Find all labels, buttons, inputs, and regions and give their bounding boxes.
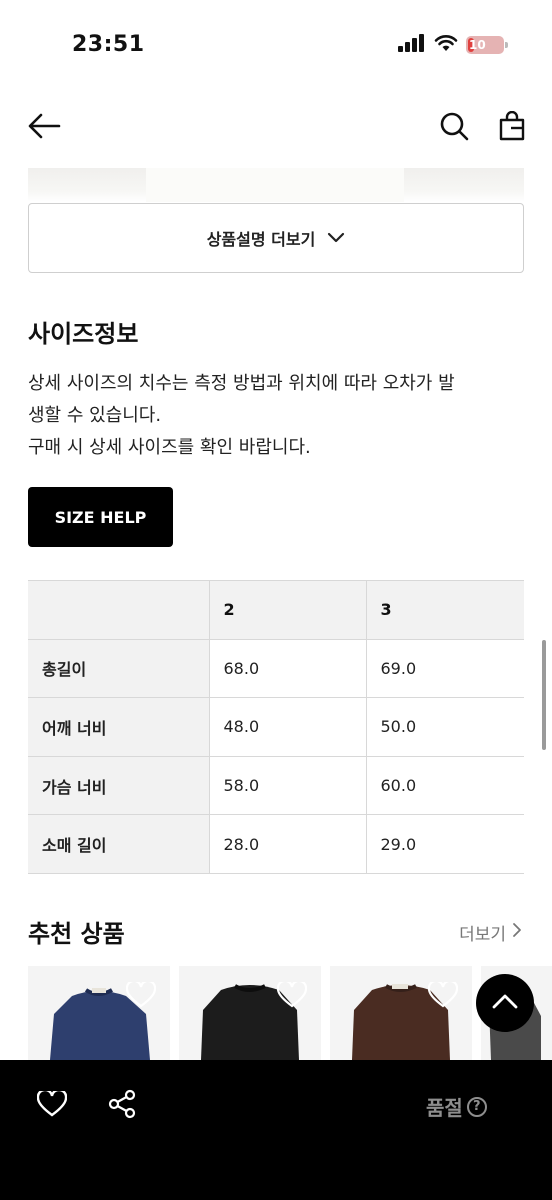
size-desc-line: 상세 사이즈의 치수는 측정 방법과 위치에 따라 오차가 발 [28, 373, 455, 394]
size-desc-line: 구매 시 상세 사이즈를 확인 바랍니다. [28, 437, 311, 458]
soldout-label: 품절 [426, 1096, 463, 1120]
product-image [28, 168, 524, 202]
help-icon[interactable]: ? [466, 1096, 487, 1117]
table-header-cell: 3 [365, 580, 524, 640]
status-time: 23:51 [72, 32, 145, 57]
shopping-bag-icon [499, 110, 525, 145]
product-image [28, 966, 170, 1060]
size-table: 2 3 총길이 68.0 69.0 어깨 너비 48.0 50.0 가슴 너비 … [28, 580, 524, 874]
recommended-products-row [28, 966, 552, 1060]
scroll-top-button[interactable] [476, 974, 534, 1032]
table-cell: 29.0 [365, 814, 524, 874]
back-button[interactable] [24, 108, 64, 148]
table-cell: 48.0 [208, 697, 367, 757]
row-label: 총길이 [28, 638, 210, 699]
more-description-button[interactable]: 상품설명 더보기 [28, 203, 524, 273]
back-arrow-icon [27, 113, 61, 143]
scrollbar[interactable] [542, 640, 546, 750]
table-cell: 58.0 [208, 755, 367, 816]
table-cell: 60.0 [365, 755, 524, 816]
size-info-title: 사이즈정보 [28, 320, 139, 348]
product-card[interactable] [179, 966, 321, 1060]
battery-level: 10 [469, 38, 486, 52]
table-cell: 68.0 [208, 638, 367, 699]
table-header-row: 2 3 [28, 580, 524, 640]
chevron-down-icon [327, 229, 345, 248]
table-row: 어깨 너비 48.0 50.0 [28, 697, 524, 757]
more-description-label: 상품설명 더보기 [206, 230, 316, 249]
recommended-more-link[interactable]: 더보기 [459, 920, 522, 945]
top-navigation [0, 100, 552, 156]
table-cell: 28.0 [208, 814, 367, 874]
heart-icon [36, 1088, 68, 1121]
heart-icon[interactable] [125, 979, 157, 1012]
search-icon [439, 111, 469, 145]
row-label: 소매 길이 [28, 814, 210, 874]
product-card[interactable] [330, 966, 472, 1060]
soldout-status: 품절 ? [426, 1092, 487, 1121]
recommended-more-label: 더보기 [459, 925, 506, 945]
row-label: 가슴 너비 [28, 755, 210, 816]
table-header-cell: 2 [208, 580, 367, 640]
table-row: 소매 길이 28.0 29.0 [28, 814, 524, 874]
search-button[interactable] [434, 108, 474, 148]
cart-button[interactable] [492, 108, 532, 148]
table-cell: 69.0 [365, 638, 524, 699]
status-icons: 10 [398, 34, 508, 56]
table-header-cell [28, 580, 210, 640]
signal-icon [398, 34, 426, 56]
table-row: 가슴 너비 58.0 60.0 [28, 755, 524, 816]
chevron-right-icon [512, 922, 522, 943]
wifi-icon [434, 34, 458, 56]
heart-icon[interactable] [276, 979, 308, 1012]
like-button[interactable] [36, 1088, 68, 1122]
table-cell: 50.0 [365, 697, 524, 757]
bottom-action-bar: 품절 ? [0, 1060, 552, 1200]
recommended-title: 추천 상품 [28, 920, 125, 948]
share-button[interactable] [106, 1089, 138, 1123]
row-label: 어깨 너비 [28, 697, 210, 757]
product-image [481, 966, 552, 1060]
size-desc-line: 생할 수 있습니다. [28, 405, 162, 426]
status-bar: 23:51 10 [0, 0, 552, 92]
chevron-up-icon [492, 993, 518, 1013]
battery-icon: 10 [466, 36, 508, 54]
product-image [330, 966, 472, 1060]
size-help-button[interactable]: SIZE HELP [28, 487, 173, 547]
share-icon [107, 1089, 137, 1123]
table-row: 총길이 68.0 69.0 [28, 638, 524, 699]
product-image [179, 966, 321, 1060]
heart-icon[interactable] [427, 979, 459, 1012]
product-card[interactable] [28, 966, 170, 1060]
size-info-description: 상세 사이즈의 치수는 측정 방법과 위치에 따라 오차가 발 생할 수 있습니… [28, 368, 528, 464]
